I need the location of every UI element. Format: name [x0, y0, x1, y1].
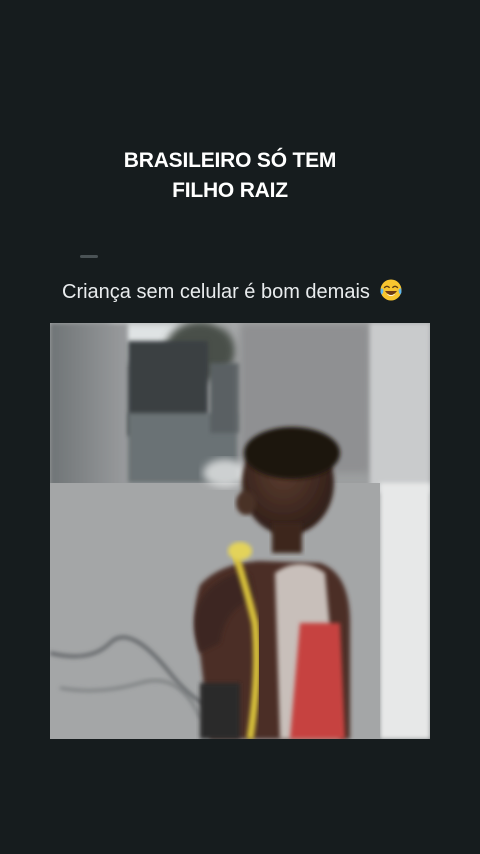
headline-line-2: FILHO RAIZ	[172, 179, 288, 202]
cropped-post-edge	[80, 255, 98, 258]
tears-of-joy-emoji-icon	[380, 279, 402, 301]
post-caption: Criança sem celular é bom demais	[62, 278, 472, 306]
post-caption-text: Criança sem celular é bom demais	[62, 281, 370, 303]
video-player[interactable]	[50, 323, 430, 739]
headline-line-1: BRASILEIRO SÓ TEM	[123, 149, 337, 172]
reel-screen[interactable]: BRASILEIRO SÓ TEM FILHO RAIZ Criança sem…	[0, 0, 480, 854]
video-frame-image	[50, 323, 430, 739]
overlay-headline: BRASILEIRO SÓ TEM FILHO RAIZ	[0, 146, 460, 206]
